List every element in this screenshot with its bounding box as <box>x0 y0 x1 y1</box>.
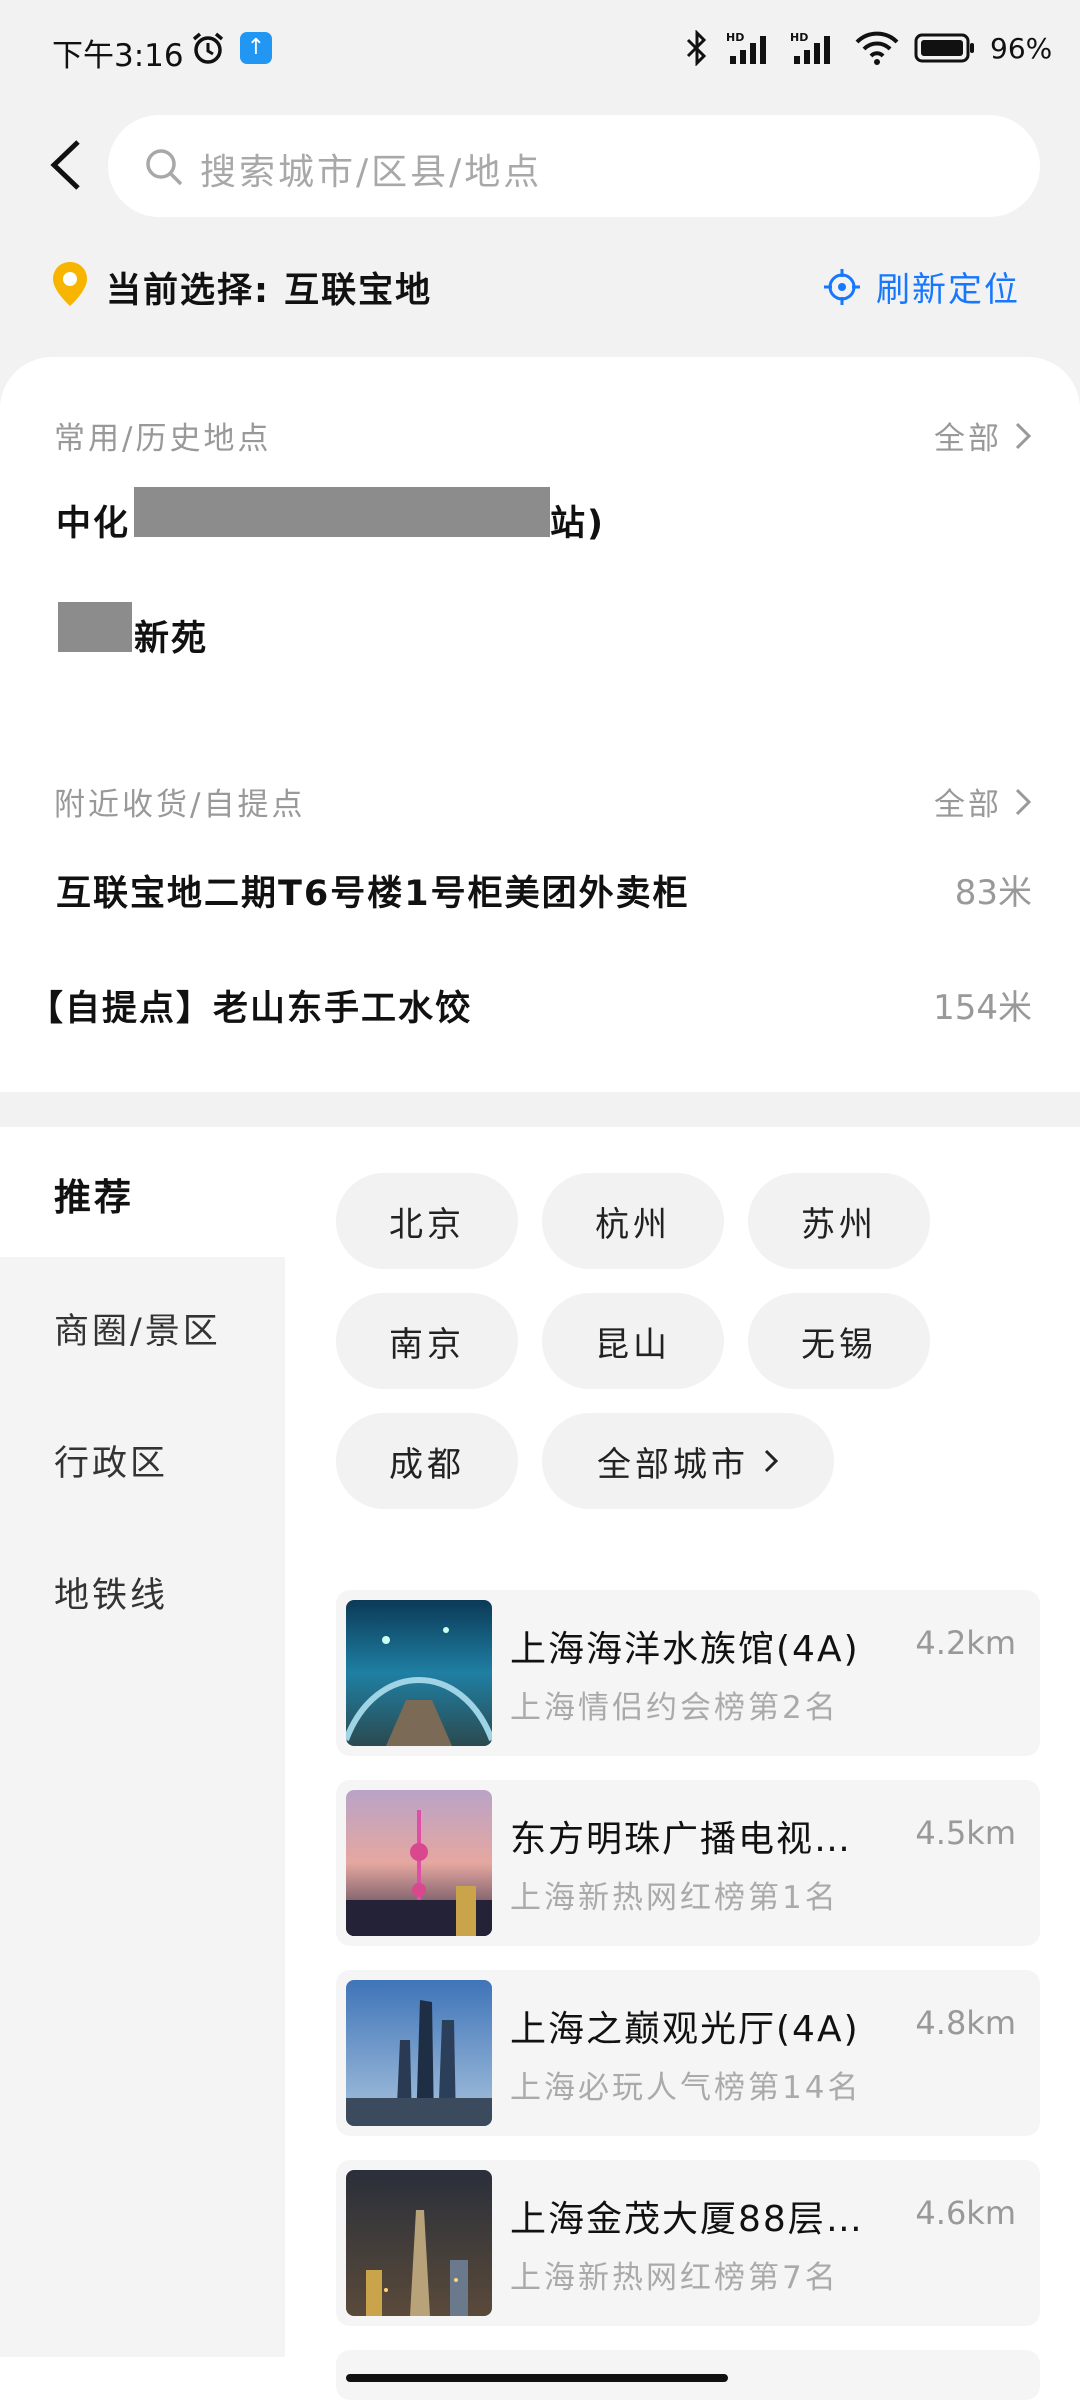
nearby-item[interactable]: 互联宝地二期T6号楼1号柜美团外卖柜 83米 <box>0 857 1080 927</box>
status-time: 下午3:16 <box>52 38 184 74</box>
category-sidebar <box>0 1257 285 2357</box>
battery-percent: 96% <box>990 31 1053 65</box>
nearby-all-link[interactable]: 全部 <box>934 779 1032 824</box>
svg-text:HD: HD <box>790 31 808 44</box>
poi-card[interactable]: 上海之巅观光厅(4A) 上海必玩人气榜第14名 4.8km <box>336 1970 1040 2136</box>
city-chip-hangzhou[interactable]: 杭州 <box>542 1173 724 1269</box>
history-item-prefix: 中化 <box>56 504 131 544</box>
poi-image-oriental-pearl <box>346 1790 492 1936</box>
locations-card: 常用/历史地点 全部 中化 站) 新苑 附近收货/自提点 全部 互联宝地二期T6… <box>0 357 1080 1092</box>
recommend-section: 推荐 商圈/景区 行政区 地铁线 北京 杭州 苏州 南京 昆山 无锡 成都 全部… <box>0 1127 1080 2400</box>
nearby-title: 附近收货/自提点 <box>54 787 306 823</box>
signal-hd-icon: HD <box>726 31 766 64</box>
battery-icon <box>914 33 974 63</box>
crosshair-icon <box>824 268 860 305</box>
poi-image-shanghai-tower <box>346 1980 492 2126</box>
history-item-suffix: 站) <box>550 504 605 544</box>
search-icon <box>146 149 183 186</box>
nearby-all-label: 全部 <box>934 787 1002 823</box>
nearby-item-name: 互联宝地二期T6号楼1号柜美团外卖柜 <box>56 874 690 914</box>
history-item[interactable]: 中化 站) <box>0 487 1080 557</box>
poi-distance: 4.6km <box>915 2194 1016 2232</box>
poi-card[interactable]: 上海海洋水族馆(4A) 上海情侣约会榜第2名 4.2km <box>336 1590 1040 1756</box>
current-location: 当前选择: 互联宝地 <box>106 271 433 311</box>
poi-ranking: 上海新热网红榜第7名 <box>510 2260 839 2296</box>
city-chip-suzhou[interactable]: 苏州 <box>748 1173 930 1269</box>
refresh-location-button[interactable]: 刷新定位 <box>822 262 1020 311</box>
signal-hd-icon-2: HD <box>790 31 830 64</box>
history-all-label: 全部 <box>934 421 1002 457</box>
city-chip-kunshan[interactable]: 昆山 <box>542 1293 724 1389</box>
chevron-left-icon <box>50 140 80 190</box>
history-item[interactable]: 新苑 <box>0 602 1080 672</box>
poi-card[interactable]: 东方明珠广播电视塔(5A) 上海新热网红榜第1名 4.5km <box>336 1780 1040 1946</box>
poi-image-jinmao <box>346 2170 492 2316</box>
poi-ranking: 上海新热网红榜第1名 <box>510 1880 839 1916</box>
bluetooth-icon <box>686 30 707 66</box>
tab-business-scenic[interactable]: 商圈/景区 <box>54 1303 221 1354</box>
alarm-icon <box>190 30 226 70</box>
location-pin-icon <box>53 262 87 306</box>
chevron-right-icon <box>764 1449 779 1473</box>
home-indicator[interactable] <box>346 2374 728 2382</box>
poi-name: 上海金茂大厦88层观光厅 <box>510 2199 870 2240</box>
all-cities-label: 全部城市 <box>597 1444 749 1485</box>
city-chip-beijing[interactable]: 北京 <box>336 1173 518 1269</box>
tab-recommend[interactable]: 推荐 <box>54 1167 134 1221</box>
city-chip-chengdu[interactable]: 成都 <box>336 1413 518 1509</box>
back-button[interactable] <box>44 138 88 192</box>
poi-name: 东方明珠广播电视塔(5A) <box>510 1819 870 1860</box>
search-placeholder: 搜索城市/区县/地点 <box>200 152 543 193</box>
tab-district[interactable]: 行政区 <box>54 1435 168 1486</box>
poi-distance: 4.5km <box>915 1814 1016 1852</box>
all-cities-button[interactable]: 全部城市 <box>542 1413 834 1509</box>
app-notification-icon: ↑ <box>240 32 272 64</box>
tab-metro[interactable]: 地铁线 <box>54 1567 168 1618</box>
redacted-block <box>58 602 132 652</box>
system-icons: HD HD 96% <box>682 28 1052 68</box>
poi-ranking: 上海情侣约会榜第2名 <box>510 1690 839 1726</box>
history-all-link[interactable]: 全部 <box>934 413 1032 458</box>
search-input[interactable]: 搜索城市/区县/地点 <box>108 115 1040 217</box>
status-bar: 下午3:16 ↑ HD HD 96% <box>0 0 1080 100</box>
poi-card[interactable]: 上海金茂大厦88层观光厅 上海新热网红榜第7名 4.6km <box>336 2160 1040 2326</box>
chevron-right-icon <box>1015 788 1032 815</box>
nearby-item-name: 【自提点】老山东手工水饺 <box>28 989 473 1029</box>
chevron-right-icon <box>1015 422 1032 449</box>
nearby-item[interactable]: 【自提点】老山东手工水饺 154米 <box>0 972 1080 1042</box>
city-chip-wuxi[interactable]: 无锡 <box>748 1293 930 1389</box>
nearby-item-distance: 83米 <box>954 873 1032 913</box>
poi-ranking: 上海必玩人气榜第14名 <box>510 2070 862 2106</box>
nearby-item-distance: 154米 <box>933 988 1032 1028</box>
poi-distance: 4.2km <box>915 1624 1016 1662</box>
svg-text:HD: HD <box>726 31 744 44</box>
poi-distance: 4.8km <box>915 2004 1016 2042</box>
poi-name: 上海之巅观光厅(4A) <box>510 2009 860 2050</box>
poi-image-aquarium <box>346 1600 492 1746</box>
city-chip-nanjing[interactable]: 南京 <box>336 1293 518 1389</box>
wifi-icon <box>855 31 899 65</box>
history-title: 常用/历史地点 <box>54 421 272 457</box>
refresh-label: 刷新定位 <box>876 270 1020 310</box>
poi-name: 上海海洋水族馆(4A) <box>510 1629 860 1670</box>
history-item-suffix: 新苑 <box>134 619 209 659</box>
redacted-block <box>134 487 550 537</box>
